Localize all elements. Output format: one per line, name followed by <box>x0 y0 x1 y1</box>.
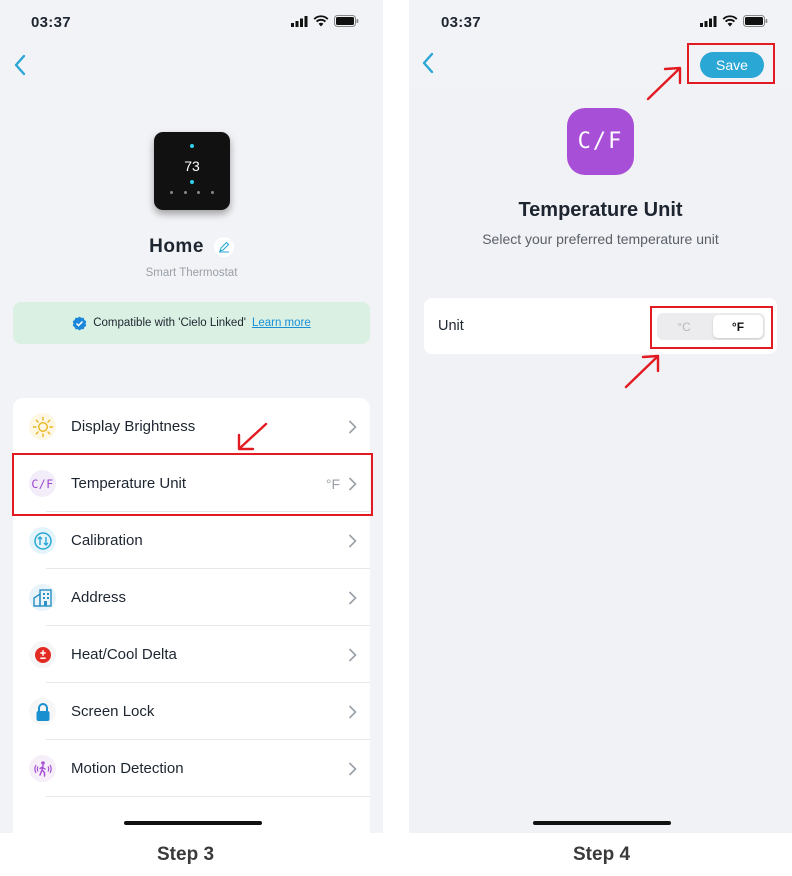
menu-item-heat-cool-delta[interactable]: Heat/Cool Delta <box>13 626 370 683</box>
display-dot <box>190 144 194 148</box>
chevron-right-icon <box>348 647 357 662</box>
chevron-right-icon <box>348 533 357 548</box>
menu-item-screen-lock[interactable]: Screen Lock <box>13 683 370 740</box>
chevron-left-icon <box>422 52 434 74</box>
step3-screen: 03:37 73 Home Smart Thermostat Compatibl… <box>0 0 383 833</box>
motion-icon <box>29 755 56 782</box>
learn-more-link[interactable]: Learn more <box>252 317 311 329</box>
device-type: Smart Thermostat <box>145 267 238 279</box>
compatibility-text: Compatible with 'Cielo Linked' <box>93 317 246 329</box>
cf-icon: C/F <box>567 108 634 175</box>
red-arrow-icon <box>646 66 682 101</box>
unit-label: Unit <box>438 318 464 334</box>
wifi-icon <box>722 15 738 27</box>
status-icons <box>700 15 768 27</box>
menu-item-display-brightness[interactable]: Display Brightness <box>13 398 370 455</box>
status-bar: 03:37 <box>409 0 792 44</box>
device-name-row: Home <box>0 236 383 258</box>
chevron-right-icon <box>348 590 357 605</box>
device-display-temp: 73 <box>184 158 200 174</box>
menu-item-motion-detection[interactable]: Motion Detection <box>13 740 370 797</box>
calibration-icon <box>29 527 56 554</box>
menu-item-address[interactable]: Address <box>13 569 370 626</box>
signal-icon <box>700 15 717 27</box>
building-icon <box>29 584 56 611</box>
verified-badge-icon <box>72 316 87 330</box>
menu-item-label: Motion Detection <box>71 760 184 777</box>
menu-item-calibration[interactable]: Calibration <box>13 512 370 569</box>
sun-icon <box>29 413 56 440</box>
pencil-icon <box>218 241 230 253</box>
back-button[interactable] <box>11 52 33 78</box>
page-subtitle: Select your preferred temperature unit <box>482 231 719 247</box>
edit-name-button[interactable] <box>213 237 234 257</box>
page-title: Temperature Unit <box>518 199 683 221</box>
lock-icon <box>29 698 56 725</box>
display-dot <box>190 180 194 184</box>
battery-icon <box>334 15 359 27</box>
menu-item-label: Calibration <box>71 532 143 549</box>
divider <box>46 796 370 797</box>
highlight-box-unit-toggle <box>650 306 773 349</box>
menu-item-label: Screen Lock <box>71 703 155 720</box>
thermostat-image: 73 <box>154 132 230 210</box>
chevron-left-icon <box>14 54 26 76</box>
status-time: 03:37 <box>441 14 481 31</box>
chevron-right-icon <box>348 704 357 719</box>
menu-item-label: Address <box>71 589 127 606</box>
chevron-right-icon <box>348 761 357 776</box>
step-label: Step 4 <box>573 844 631 865</box>
display-buttons <box>170 191 214 194</box>
plus-minus-icon <box>29 641 56 668</box>
device-name: Home <box>149 236 204 257</box>
status-time: 03:37 <box>31 14 71 31</box>
menu-item-label: Heat/Cool Delta <box>71 646 177 663</box>
wifi-icon <box>313 15 329 27</box>
menu-item-label: Display Brightness <box>71 418 196 435</box>
battery-icon <box>743 15 768 27</box>
step-label: Step 3 <box>157 844 215 865</box>
highlight-box-temperature-unit <box>12 453 373 516</box>
back-button[interactable] <box>419 50 441 76</box>
home-indicator <box>124 821 262 825</box>
step4-screen: 03:37 Save C/F Temperature Unit Select y… <box>409 0 792 833</box>
highlight-box-save <box>687 43 775 84</box>
signal-icon <box>291 15 308 27</box>
chevron-right-icon <box>348 419 357 434</box>
status-bar: 03:37 <box>0 0 383 44</box>
red-arrow-icon <box>624 354 660 389</box>
compatibility-banner: Compatible with 'Cielo Linked' Learn mor… <box>13 302 370 344</box>
status-icons <box>291 15 359 27</box>
home-indicator <box>533 821 671 825</box>
red-arrow-icon <box>237 422 268 451</box>
